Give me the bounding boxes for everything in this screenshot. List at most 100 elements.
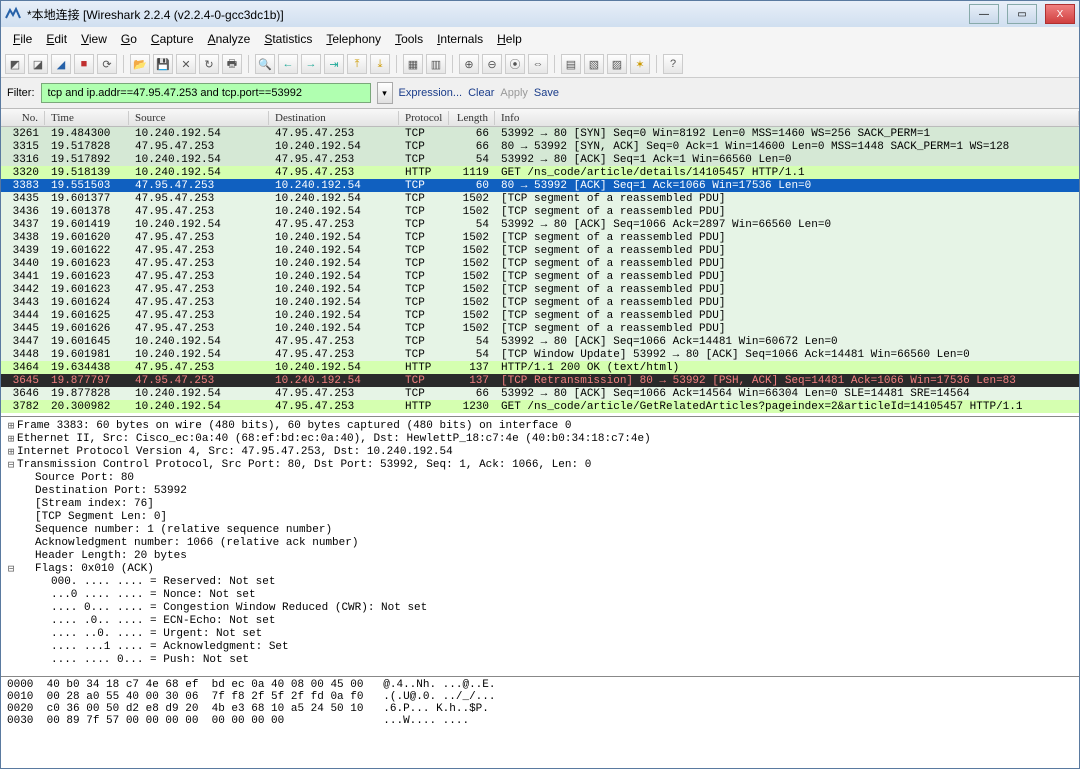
filter-clear-link[interactable]: Clear	[468, 87, 494, 99]
toolbar-reload-icon[interactable]: ↻	[199, 54, 219, 74]
toolbar-interfaces-icon[interactable]: ◩	[5, 54, 25, 74]
packet-row[interactable]: 344519.60162647.95.47.25310.240.192.54TC…	[1, 322, 1079, 335]
detail-line[interactable]: ⊟Transmission Control Protocol, Src Port…	[5, 458, 1075, 471]
window-close-button[interactable]: X	[1045, 4, 1075, 24]
toolbar-zoom-reset-icon[interactable]: ⦿	[505, 54, 525, 74]
menu-analyze[interactable]: Analyze	[202, 30, 257, 48]
toolbar-display-filters-icon[interactable]: ▧	[584, 54, 604, 74]
window-maximize-button[interactable]: ▭	[1007, 4, 1037, 24]
menu-edit[interactable]: Edit	[40, 30, 73, 48]
menu-tools[interactable]: Tools	[389, 30, 429, 48]
packet-row[interactable]: 346419.63443847.95.47.25310.240.192.54HT…	[1, 361, 1079, 374]
toolbar-open-icon[interactable]: 📂	[130, 54, 150, 74]
filter-apply-link[interactable]: Apply	[500, 87, 528, 99]
column-header-no[interactable]: No.	[1, 111, 45, 125]
menu-file[interactable]: File	[7, 30, 38, 48]
packet-row[interactable]: 344219.60162347.95.47.25310.240.192.54TC…	[1, 283, 1079, 296]
detail-line[interactable]: ⊞Internet Protocol Version 4, Src: 47.95…	[5, 445, 1075, 458]
menu-help[interactable]: Help	[491, 30, 528, 48]
packet-row[interactable]: 338319.55150347.95.47.25310.240.192.54TC…	[1, 179, 1079, 192]
detail-line[interactable]: 000. .... .... = Reserved: Not set	[5, 575, 1075, 588]
packet-bytes-pane[interactable]: 0000 40 b0 34 18 c7 4e 68 ef bd ec 0a 40…	[1, 677, 1079, 768]
detail-line[interactable]: [TCP Segment Len: 0]	[5, 510, 1075, 523]
menu-view[interactable]: View	[75, 30, 113, 48]
menu-capture[interactable]: Capture	[145, 30, 200, 48]
menu-internals[interactable]: Internals	[431, 30, 489, 48]
filter-input[interactable]	[41, 83, 371, 103]
packet-row[interactable]: 343519.60137747.95.47.25310.240.192.54TC…	[1, 192, 1079, 205]
packet-row[interactable]: 343919.60162247.95.47.25310.240.192.54TC…	[1, 244, 1079, 257]
packet-row[interactable]: 343619.60137847.95.47.25310.240.192.54TC…	[1, 205, 1079, 218]
detail-line[interactable]: ⊞Frame 3383: 60 bytes on wire (480 bits)…	[5, 419, 1075, 432]
toolbar-coloring-rules-icon[interactable]: ▨	[607, 54, 627, 74]
column-header-length[interactable]: Length	[449, 111, 495, 125]
detail-line[interactable]: ⊟Flags: 0x010 (ACK)	[5, 562, 1075, 575]
packet-row[interactable]: 344819.60198110.240.192.5447.95.47.253TC…	[1, 348, 1079, 361]
toolbar-start-capture-icon[interactable]: ◢	[51, 54, 71, 74]
detail-line[interactable]: .... ...1 .... = Acknowledgment: Set	[5, 640, 1075, 653]
packet-row[interactable]: 344719.60164510.240.192.5447.95.47.253TC…	[1, 335, 1079, 348]
toolbar-restart-capture-icon[interactable]: ⟳	[97, 54, 117, 74]
column-header-protocol[interactable]: Protocol	[399, 111, 449, 125]
toolbar-save-icon[interactable]: 💾	[153, 54, 173, 74]
filter-save-link[interactable]: Save	[534, 87, 559, 99]
detail-line[interactable]: Sequence number: 1 (relative sequence nu…	[5, 523, 1075, 536]
toolbar-preferences-icon[interactable]: ✶	[630, 54, 650, 74]
packet-row[interactable]: 344019.60162347.95.47.25310.240.192.54TC…	[1, 257, 1079, 270]
column-header-time[interactable]: Time	[45, 111, 129, 125]
column-header-source[interactable]: Source	[129, 111, 269, 125]
toolbar-close-icon[interactable]: ✕	[176, 54, 196, 74]
tree-toggle-icon[interactable]: ⊟	[5, 562, 17, 576]
tree-toggle-icon[interactable]: ⊞	[5, 419, 17, 433]
toolbar-prev-icon[interactable]: ←	[278, 54, 298, 74]
packet-row[interactable]: 331619.51789210.240.192.5447.95.47.253TC…	[1, 153, 1079, 166]
detail-line[interactable]: ...0 .... .... = Nonce: Not set	[5, 588, 1075, 601]
toolbar-stop-capture-icon[interactable]: ■	[74, 54, 94, 74]
toolbar-resize-columns-icon[interactable]: ⇔	[528, 54, 548, 74]
menu-go[interactable]: Go	[115, 30, 143, 48]
toolbar-capture-filters-icon[interactable]: ▤	[561, 54, 581, 74]
toolbar-jump-icon[interactable]: ⇥	[324, 54, 344, 74]
packet-row[interactable]: 332019.51813910.240.192.5447.95.47.253HT…	[1, 166, 1079, 179]
packet-row[interactable]: 326119.48430010.240.192.5447.95.47.253TC…	[1, 127, 1079, 140]
detail-line[interactable]: .... .0.. .... = ECN-Echo: Not set	[5, 614, 1075, 627]
column-header-destination[interactable]: Destination	[269, 111, 399, 125]
toolbar-options-icon[interactable]: ◪	[28, 54, 48, 74]
detail-line[interactable]: Acknowledgment number: 1066 (relative ac…	[5, 536, 1075, 549]
packet-list-pane[interactable]: No. Time Source Destination Protocol Len…	[1, 109, 1079, 417]
toolbar-next-icon[interactable]: →	[301, 54, 321, 74]
toolbar-colorize-icon[interactable]: ▦	[403, 54, 423, 74]
packet-row[interactable]: 364519.87779747.95.47.25310.240.192.54TC…	[1, 374, 1079, 387]
detail-line[interactable]: .... .... 0... = Push: Not set	[5, 653, 1075, 666]
window-minimize-button[interactable]: —	[969, 4, 999, 24]
packet-row[interactable]: 343819.60162047.95.47.25310.240.192.54TC…	[1, 231, 1079, 244]
toolbar-find-icon[interactable]: 🔍	[255, 54, 275, 74]
toolbar-goto-last-icon[interactable]: ⤓	[370, 54, 390, 74]
packet-details-pane[interactable]: ⊞Frame 3383: 60 bytes on wire (480 bits)…	[1, 417, 1079, 677]
packet-row[interactable]: 331519.51782847.95.47.25310.240.192.54TC…	[1, 140, 1079, 153]
toolbar-goto-first-icon[interactable]: ⤒	[347, 54, 367, 74]
toolbar-autoscroll-icon[interactable]: ▥	[426, 54, 446, 74]
filter-expression-link[interactable]: Expression...	[399, 87, 463, 99]
tree-toggle-icon[interactable]: ⊞	[5, 445, 17, 459]
detail-line[interactable]: .... 0... .... = Congestion Window Reduc…	[5, 601, 1075, 614]
filter-dropdown[interactable]: ▾	[377, 82, 393, 104]
menu-statistics[interactable]: Statistics	[258, 30, 318, 48]
toolbar-print-icon[interactable]: 🖶	[222, 54, 242, 74]
packet-row[interactable]: 364619.87782810.240.192.5447.95.47.253TC…	[1, 387, 1079, 400]
detail-line[interactable]: Header Length: 20 bytes	[5, 549, 1075, 562]
packet-row[interactable]: 378220.30098210.240.192.5447.95.47.253HT…	[1, 400, 1079, 413]
tree-toggle-icon[interactable]: ⊟	[5, 458, 17, 472]
packet-row[interactable]: 344419.60162547.95.47.25310.240.192.54TC…	[1, 309, 1079, 322]
tree-toggle-icon[interactable]: ⊞	[5, 432, 17, 446]
toolbar-zoom-out-icon[interactable]: ⊖	[482, 54, 502, 74]
toolbar-zoom-in-icon[interactable]: ⊕	[459, 54, 479, 74]
detail-line[interactable]: [Stream index: 76]	[5, 497, 1075, 510]
detail-line[interactable]: Source Port: 80	[5, 471, 1075, 484]
toolbar-help-icon[interactable]: ?	[663, 54, 683, 74]
packet-row[interactable]: 343719.60141910.240.192.5447.95.47.253TC…	[1, 218, 1079, 231]
detail-line[interactable]: ⊞Ethernet II, Src: Cisco_ec:0a:40 (68:ef…	[5, 432, 1075, 445]
packet-row[interactable]: 344119.60162347.95.47.25310.240.192.54TC…	[1, 270, 1079, 283]
column-header-info[interactable]: Info	[495, 111, 1079, 125]
detail-line[interactable]: .... ..0. .... = Urgent: Not set	[5, 627, 1075, 640]
